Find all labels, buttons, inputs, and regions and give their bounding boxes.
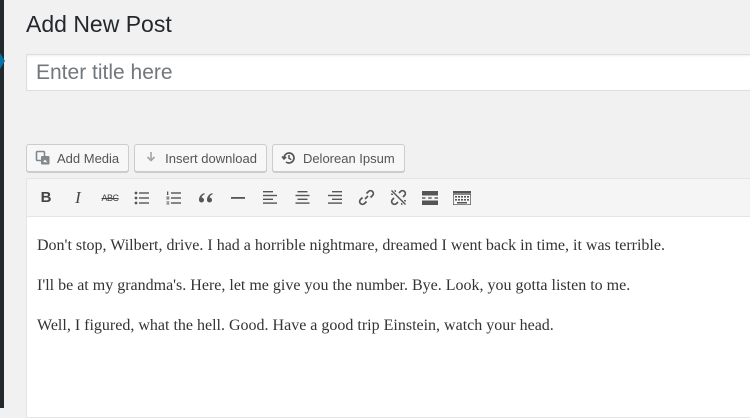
- align-left-icon: [262, 191, 277, 204]
- keyboard-icon: [453, 190, 471, 205]
- align-left-button[interactable]: [254, 183, 286, 213]
- insert-link-button[interactable]: [350, 183, 382, 213]
- post-title-input[interactable]: [26, 54, 750, 91]
- align-right-button[interactable]: [318, 183, 350, 213]
- post-editor: B I ABC Don't stop, Wilbert, drive. I ha…: [26, 178, 750, 418]
- numbered-list-button[interactable]: [158, 183, 190, 213]
- media-buttons: Add Media Insert download Delorean Ipsum: [26, 144, 405, 172]
- read-more-icon: [422, 190, 438, 205]
- editor-toolbar: B I ABC: [27, 179, 750, 217]
- strikethrough-icon: ABC: [101, 192, 119, 203]
- add-media-label: Add Media: [57, 150, 120, 166]
- insert-download-label: Insert download: [165, 150, 257, 166]
- remove-link-button[interactable]: [382, 183, 414, 213]
- unlink-icon: [390, 189, 406, 206]
- admin-menu-current-indicator: [0, 53, 5, 69]
- add-media-button[interactable]: Add Media: [26, 144, 130, 172]
- download-icon: [142, 149, 160, 167]
- delorean-ipsum-button[interactable]: Delorean Ipsum: [271, 144, 405, 172]
- delorean-ipsum-label: Delorean Ipsum: [302, 150, 395, 166]
- read-more-button[interactable]: [414, 183, 446, 213]
- insert-download-button[interactable]: Insert download: [134, 144, 267, 172]
- align-right-icon: [327, 191, 342, 204]
- media-icon: [34, 149, 52, 167]
- strikethrough-button[interactable]: ABC: [94, 183, 126, 213]
- content-paragraph: Well, I figured, what the hell. Good. Ha…: [37, 317, 554, 334]
- horizontal-line-icon: [231, 196, 245, 199]
- toolbar-toggle-button[interactable]: [446, 183, 478, 213]
- bold-button[interactable]: B: [30, 183, 62, 213]
- italic-icon: I: [75, 187, 81, 207]
- align-center-button[interactable]: [286, 183, 318, 213]
- horizontal-line-button[interactable]: [222, 183, 254, 213]
- italic-button[interactable]: I: [62, 183, 94, 213]
- align-center-icon: [295, 191, 309, 204]
- content-paragraph: Don't stop, Wilbert, drive. I had a horr…: [37, 237, 665, 254]
- editor-content[interactable]: Don't stop, Wilbert, drive. I had a horr…: [27, 217, 750, 338]
- history-icon: [280, 149, 298, 167]
- page-title: Add New Post: [26, 11, 172, 37]
- blockquote-button[interactable]: [190, 183, 222, 213]
- bulleted-list-icon: [134, 191, 149, 204]
- bulleted-list-button[interactable]: [126, 183, 158, 213]
- content-paragraph: I'll be at my grandma's. Here, let me gi…: [37, 277, 631, 294]
- link-icon: [358, 189, 374, 206]
- bold-icon: B: [40, 189, 52, 206]
- blockquote-icon: [199, 192, 213, 202]
- numbered-list-icon: [166, 191, 181, 204]
